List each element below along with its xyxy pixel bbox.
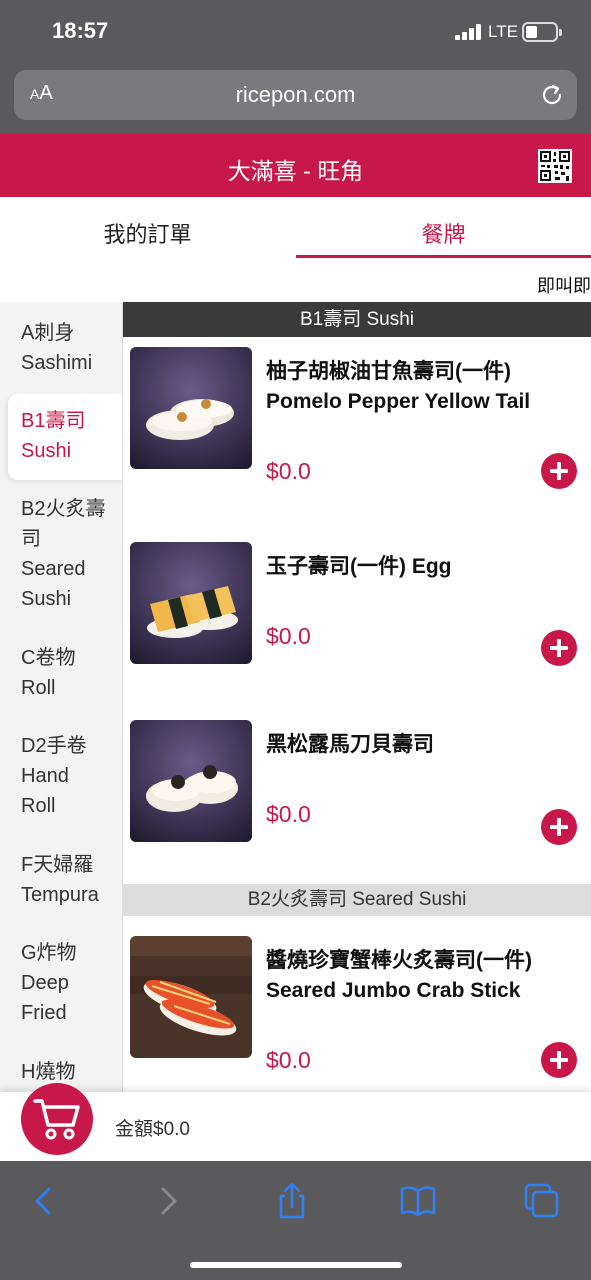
forward-icon[interactable] [148,1181,188,1221]
bookmarks-icon[interactable] [398,1181,438,1221]
sidebar-item-sushi[interactable]: B1壽司 Sushi [21,406,85,466]
menu-content: B1壽司 Sushi 柚子胡椒油甘魚壽司(一件) Pomelo Pepper Ye… [123,302,591,1092]
status-time: 18:57 [52,18,109,43]
share-icon[interactable] [272,1181,312,1221]
home-indicator [190,1262,402,1268]
section-header-sushi: B1壽司 Sushi [123,302,591,337]
network-label: LTE [488,22,518,41]
item-name: 玉子壽司(一件) Egg [266,555,452,578]
tab-bar: 我的訂單 餐牌 [0,197,591,259]
menu-item[interactable]: 柚子胡椒油甘魚壽司(一件) Pomelo Pepper Yellow Tail $… [123,347,591,507]
item-name: 醬燒珍寶蟹棒火炙壽司(一件) Seared Jumbo Crab Stick [266,949,532,1002]
yellowtail-sushi-image[interactable] [130,347,252,469]
url-text[interactable]: ricepon.com [14,82,577,108]
tab-my-orders[interactable]: 我的訂單 [0,217,295,249]
tab-menu[interactable]: 餐牌 [296,217,591,249]
truffle-razor-clam-sushi-image[interactable] [130,720,252,842]
category-sidebar: A刺身 Sashimi B1壽司 Sushi B2火炙壽司 Seared Sushi … [0,302,123,1092]
qr-code-icon[interactable] [538,149,572,183]
add-item-button[interactable] [541,630,577,666]
status-bar: 18:57 LTE [0,0,591,64]
sidebar-item-tempura[interactable]: F天婦羅 Tempura [21,850,99,910]
sidebar-item-roll[interactable]: C卷物 Roll [21,643,75,703]
cart-button[interactable] [21,1083,93,1155]
app-page: 大滿喜 - 旺角 我的訂單 餐牌 即叫即 A刺身 Sashimi B1壽司 Sush… [0,134,591,1161]
item-price: $0.0 [266,801,311,827]
menu-item[interactable]: 黑松露馬刀貝壽司 $0.0 [123,720,591,880]
restaurant-title: 大滿喜 - 旺角 [227,158,364,184]
app-header: 大滿喜 - 旺角 [0,134,591,197]
battery-icon [522,22,562,42]
crab-stick-sushi-image[interactable] [130,936,252,1058]
cart-total: 金額$0.0 [115,1119,190,1140]
sidebar-item-deep-fried[interactable]: G炸物 Deep Fried [21,938,77,1028]
instant-order-label[interactable]: 即叫即 [537,272,591,298]
sidebar-item-sashimi[interactable]: A刺身 Sashimi [21,318,92,378]
tabs-icon[interactable] [522,1181,562,1221]
sidebar-item-hand-roll[interactable]: D2手卷 Hand Roll [21,731,87,821]
active-tab-indicator [296,255,591,258]
back-icon[interactable] [24,1181,64,1221]
reload-icon[interactable] [539,82,565,108]
shopping-cart-icon [33,1099,80,1140]
signal-icon [455,24,483,40]
menu-item[interactable]: 醬燒珍寶蟹棒火炙壽司(一件) Seared Jumbo Crab Stick $0… [123,936,591,1092]
item-name: 柚子胡椒油甘魚壽司(一件) Pomelo Pepper Yellow Tail [266,360,531,413]
menu-item[interactable]: 玉子壽司(一件) Egg $0.0 [123,542,591,702]
add-item-button[interactable] [541,453,577,489]
add-item-button[interactable] [541,809,577,845]
add-item-button[interactable] [541,1042,577,1078]
item-price: $0.0 [266,458,311,484]
section-header-seared-sushi: B2火炙壽司 Seared Sushi [123,884,591,916]
item-name: 黑松露馬刀貝壽司 [266,733,434,756]
item-price: $0.0 [266,623,311,649]
egg-sushi-image[interactable] [130,542,252,664]
cart-bar: 金額$0.0 [0,1083,591,1161]
item-price: $0.0 [266,1047,311,1073]
sidebar-item-seared-sushi[interactable]: B2火炙壽司 Seared Sushi [21,494,105,614]
sidebar-item-grilled[interactable]: H燒物 [21,1057,75,1087]
address-bar[interactable]: AA ricepon.com [14,70,577,120]
